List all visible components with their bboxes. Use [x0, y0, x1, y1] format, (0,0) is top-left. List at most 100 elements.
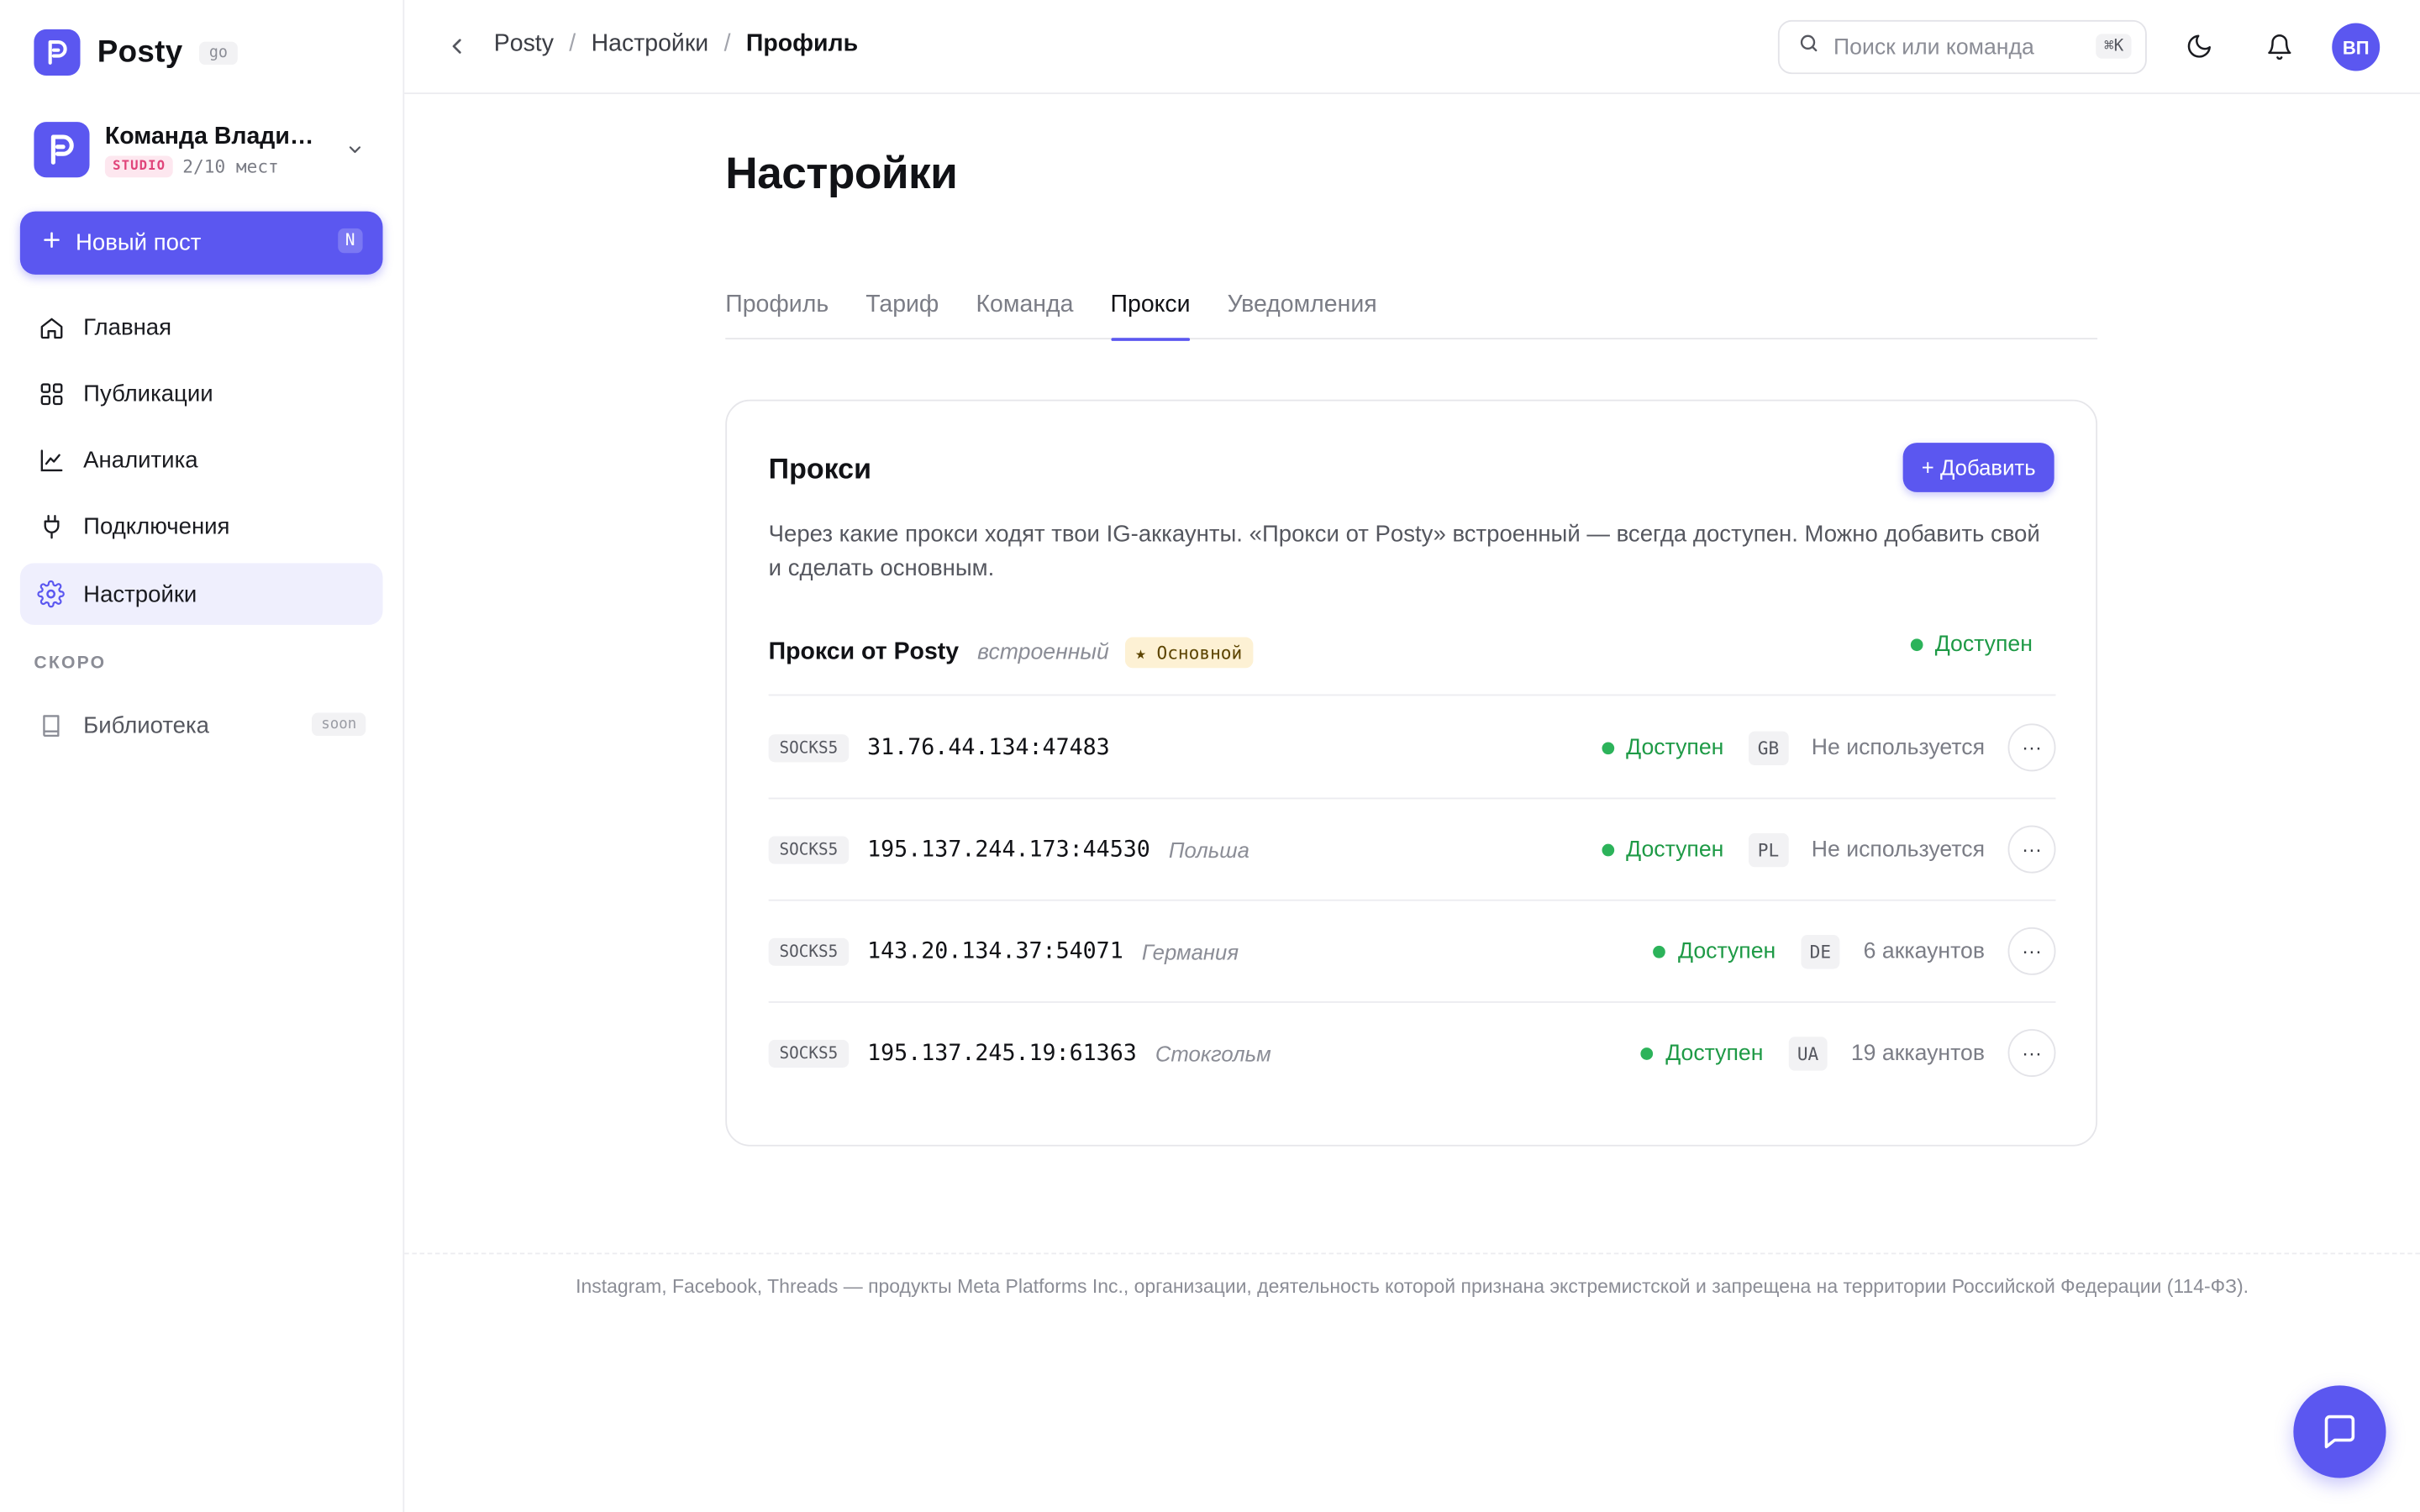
proxy-location: Германия: [1141, 938, 1239, 964]
notifications-button[interactable]: [2263, 29, 2296, 63]
plan-badge: STUDIO: [104, 155, 174, 177]
row-menu-button[interactable]: ···: [2007, 1029, 2056, 1078]
more-horizontal-icon: ···: [2022, 837, 2042, 861]
usage-text: 19 аккаунтов: [1850, 1040, 1985, 1066]
proxy-location: Стокгольм: [1155, 1041, 1271, 1067]
tab-proxies[interactable]: Прокси: [1110, 275, 1191, 341]
add-proxy-button[interactable]: + Добавить: [1902, 443, 2054, 492]
tab-profile[interactable]: Профиль: [725, 275, 829, 339]
sidebar-item-connections[interactable]: Подключения: [20, 496, 383, 558]
sidebar-item-label: Аналитика: [83, 447, 198, 475]
sidebar-item-label: Публикации: [83, 381, 213, 407]
tab-plan[interactable]: Тариф: [865, 275, 939, 339]
avatar[interactable]: ВП: [2332, 23, 2381, 71]
status-dot-icon: [1601, 741, 1614, 754]
protocol-badge: SOCKS5: [768, 1039, 850, 1068]
search-icon: [1798, 33, 1820, 62]
team-logo-icon: [34, 122, 90, 178]
card-title: Прокси: [768, 452, 871, 485]
country-code: GB: [1748, 730, 1789, 765]
theme-toggle-button[interactable]: [2182, 29, 2216, 63]
card-description: Через какие прокси ходят твои IG-аккаунт…: [768, 521, 2040, 582]
usage-text: 6 аккаунтов: [1863, 938, 1985, 964]
brand-logo-icon: [34, 29, 81, 76]
protocol-badge: SOCKS5: [768, 733, 850, 762]
row-menu-button[interactable]: ···: [2007, 825, 2056, 874]
more-horizontal-icon: ···: [2022, 1041, 2042, 1065]
sidebar-item-analytics[interactable]: Аналитика: [20, 430, 383, 491]
sidebar-item-label: Библиотека: [83, 711, 209, 738]
search-box[interactable]: ⌘K: [1777, 19, 2147, 75]
home-icon: [37, 313, 65, 341]
breadcrumb-item[interactable]: Posty: [494, 31, 554, 59]
brand[interactable]: Posty go: [34, 29, 237, 76]
breadcrumb-separator: /: [723, 30, 731, 57]
status-badge: Доступен: [1640, 1041, 1763, 1065]
page-title: Настройки: [725, 150, 958, 199]
sidebar-item-publications[interactable]: Публикации: [20, 363, 383, 424]
status-dot-icon: [1601, 843, 1614, 856]
status-label: Доступен: [1626, 837, 1724, 862]
search-input[interactable]: [1833, 34, 2065, 60]
bell-icon: [2268, 34, 2291, 60]
builtin-proxy-kind: встроенный: [977, 640, 1109, 665]
builtin-proxy-name: Прокси от Posty: [768, 638, 960, 665]
protocol-badge: SOCKS5: [768, 937, 850, 965]
team-switcher[interactable]: Команда Владимира STUDIO 2/10 мест: [34, 118, 373, 180]
brand-badge: go: [199, 40, 237, 65]
moon-icon: [2187, 34, 2211, 58]
top-header: Posty / Настройки / Профиль ⌘K ВП: [404, 0, 2420, 95]
more-horizontal-icon: ···: [2022, 939, 2042, 963]
chat-button[interactable]: [2293, 1385, 2386, 1478]
new-post-label: Новый пост: [75, 229, 202, 256]
status-dot-icon: [1640, 1047, 1654, 1059]
sidebar-item-label: Главная: [83, 313, 172, 340]
country-code: PL: [1748, 832, 1789, 867]
proxy-address: 195.137.244.173:44530: [867, 837, 1150, 862]
status-label: Доступен: [1626, 735, 1724, 760]
row-menu-button[interactable]: ···: [2007, 723, 2056, 772]
usage-text: Не используется: [1811, 837, 1985, 862]
sidebar-item-settings[interactable]: Настройки: [19, 563, 383, 626]
status-label: Доступен: [1678, 938, 1776, 964]
grid-icon: [37, 380, 65, 407]
proxy-row: SOCKS5 143.20.134.37:54071 Германия Дост…: [768, 901, 2056, 1003]
app-root: Posty go Команда Владимира STUDIO 2/10 м…: [0, 0, 2420, 1512]
chat-icon: [2324, 1415, 2355, 1449]
sidebar: Posty go Команда Владимира STUDIO 2/10 м…: [0, 0, 405, 1512]
sidebar-item-home[interactable]: Главная: [20, 297, 383, 358]
more-horizontal-icon: ···: [2022, 736, 2042, 759]
proxy-address: 195.137.245.19:61363: [867, 1041, 1137, 1067]
settings-tabs: Профиль Тариф Команда Прокси Уведомления: [725, 275, 2098, 341]
proxy-row: SOCKS5 195.137.245.19:61363 Стокгольм До…: [768, 1003, 2056, 1105]
usage-text: Не используется: [1811, 735, 1985, 760]
proxy-row: SOCKS5 195.137.244.173:44530 Польша Дост…: [768, 799, 2056, 901]
seats-count: 2/10 мест: [182, 155, 279, 177]
brand-name: Posty: [97, 34, 183, 69]
breadcrumb-current: Профиль: [745, 30, 859, 57]
gear-icon: [37, 580, 65, 608]
new-post-button[interactable]: Новый пост N: [19, 211, 383, 275]
soon-badge: soon: [312, 712, 366, 737]
plus-icon: [42, 229, 62, 257]
breadcrumb-item[interactable]: Настройки: [592, 31, 709, 59]
country-code: UA: [1787, 1036, 1828, 1070]
sidebar-item-library[interactable]: Библиотека soon: [20, 695, 383, 756]
sidebar-nav: Главная Публикации Аналитика Подключения: [19, 297, 383, 631]
status-badge: Доступен: [1910, 633, 2033, 657]
proxy-address: 143.20.134.37:54071: [867, 938, 1123, 964]
breadcrumb: Posty / Настройки / Профиль: [494, 31, 858, 59]
primary-badge: ★ Основной: [1124, 637, 1254, 669]
row-menu-button[interactable]: ···: [2007, 927, 2056, 975]
proxies-card: Прокси + Добавить Через какие прокси ход…: [725, 399, 2098, 1147]
footer-divider: [404, 1252, 2420, 1255]
back-button[interactable]: [445, 33, 469, 68]
footer-disclaimer: Instagram, Facebook, Threads — продукты …: [576, 1275, 2249, 1298]
tab-notifications[interactable]: Уведомления: [1228, 275, 1377, 339]
new-post-shortcut: N: [337, 228, 363, 254]
sidebar-item-label: Настройки: [83, 580, 197, 608]
sidebar-item-label: Подключения: [83, 514, 230, 541]
breadcrumb-separator: /: [569, 30, 576, 57]
tab-team[interactable]: Команда: [976, 275, 1073, 339]
status-badge: Доступен: [1653, 938, 1776, 964]
